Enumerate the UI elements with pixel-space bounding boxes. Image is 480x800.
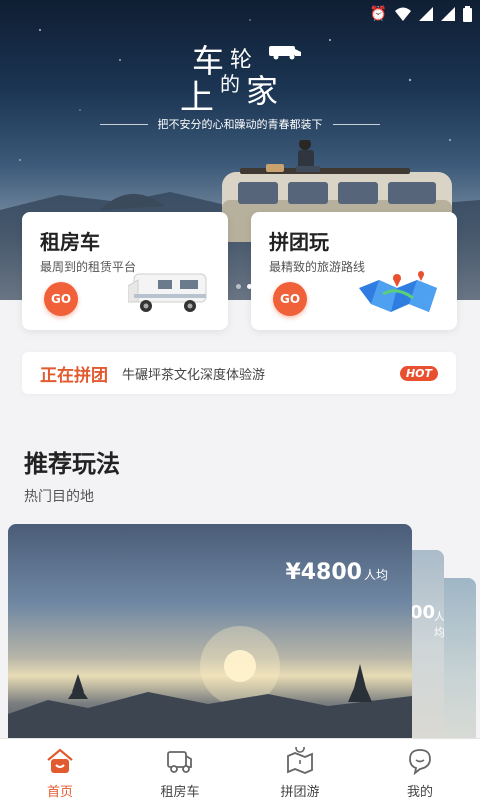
hot-badge: HOT	[399, 365, 438, 381]
folded-map-icon	[359, 271, 437, 312]
tab-rent-rv[interactable]: 租房车	[120, 739, 240, 800]
tab-rent-rv-label: 租房车	[160, 785, 200, 800]
wifi-icon	[395, 7, 411, 21]
peek-card-unit: 人均	[434, 610, 444, 639]
group-tour-go-button[interactable]: GO	[273, 282, 307, 316]
slogan-line-left	[100, 123, 148, 125]
rv-logo-icon	[269, 46, 301, 60]
group-tour-card[interactable]: 拼团玩 最精致的旅游路线 GO	[251, 212, 457, 330]
brand-char-4: 的	[220, 72, 240, 96]
sunset-scene	[8, 626, 412, 754]
carousel-dot[interactable]	[236, 284, 241, 289]
rent-rv-subtitle: 最周到的租赁平台	[40, 260, 137, 274]
price-tag: ¥4800 人均	[285, 560, 388, 585]
signal-icon	[419, 7, 433, 21]
recommend-title: 推荐玩法	[24, 450, 120, 478]
recommend-subtitle: 热门目的地	[24, 489, 94, 505]
tab-group-tour-label: 拼团游	[280, 785, 320, 800]
group-tour-title: 拼团玩	[269, 230, 329, 254]
brand-logo: 车 轮 上 的 家	[180, 36, 310, 118]
status-bar: ⏰	[370, 4, 472, 24]
home-icon	[47, 748, 73, 773]
rent-rv-go-button[interactable]: GO	[44, 282, 78, 316]
brand-char-3: 上	[180, 78, 214, 118]
tab-home-label: 首页	[46, 785, 73, 800]
recommend-card-main[interactable]: ¥4800 人均	[8, 524, 412, 754]
rent-rv-title: 租房车	[40, 230, 100, 254]
group-tour-now-text: 牛碾坪茶文化深度体验游	[122, 367, 266, 383]
signal-icon-2	[441, 7, 455, 21]
slogan-text: 把不安分的心和躁动的青春都装下	[157, 118, 323, 131]
bottom-tab-bar: 首页 租房车 拼团游 我的	[0, 738, 480, 800]
profile-icon	[409, 749, 431, 775]
peek-card-price: 00	[410, 602, 436, 623]
map-icon	[287, 747, 313, 774]
price-unit: 人均	[363, 568, 388, 582]
motorhome-icon	[128, 273, 207, 312]
tab-profile-label: 我的	[406, 785, 433, 800]
slogan-line-right	[332, 123, 380, 125]
rent-rv-card[interactable]: 租房车 最周到的租赁平台 GO	[22, 212, 228, 330]
group-tour-subtitle: 最精致的旅游路线	[269, 260, 366, 274]
battery-icon	[463, 6, 472, 22]
tab-group-tour[interactable]: 拼团游	[240, 739, 360, 800]
tab-profile[interactable]: 我的	[360, 739, 480, 800]
tab-home[interactable]: 首页	[0, 739, 120, 800]
price-value: ¥4800	[285, 560, 362, 585]
slogan-row: 把不安分的心和躁动的青春都装下	[100, 116, 380, 132]
rv-icon	[167, 751, 192, 773]
group-tour-now-label: 正在拼团	[40, 365, 108, 386]
alarm-icon: ⏰	[369, 6, 387, 22]
brand-char-5: 家	[246, 72, 279, 110]
group-tour-now-bar[interactable]: 正在拼团 牛碾坪茶文化深度体验游 HOT	[22, 352, 456, 394]
